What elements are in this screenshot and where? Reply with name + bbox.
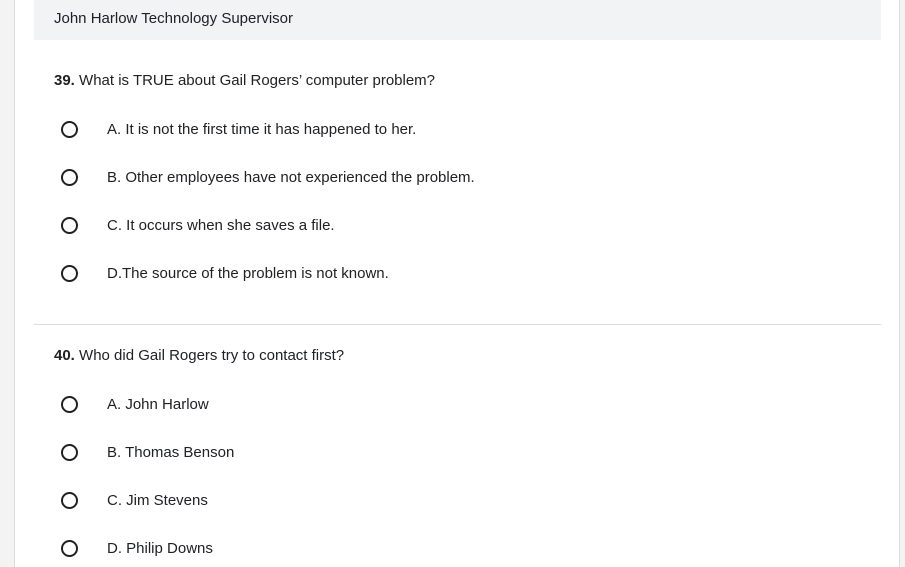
question-text: Who did Gail Rogers try to contact first… xyxy=(79,347,345,364)
option-label: D.The source of the problem is not known… xyxy=(107,264,389,282)
option-label: C. It occurs when she saves a file. xyxy=(107,216,335,234)
radio-option-b[interactable]: B. Thomas Benson xyxy=(54,428,874,476)
radio-group: A. It is not the first time it has happe… xyxy=(54,105,874,297)
radio-group: A. John Harlow B. Thomas Benson C. Jim S… xyxy=(54,380,874,567)
question-number: 39. xyxy=(54,72,75,89)
radio-button-icon[interactable] xyxy=(61,443,78,461)
radio-button-icon[interactable] xyxy=(61,539,78,557)
radio-button-icon[interactable] xyxy=(61,168,78,186)
form-card: John Harlow Technology Supervisor 39. Wh… xyxy=(14,0,900,567)
radio-option-c[interactable]: C. Jim Stevens xyxy=(54,476,874,524)
radio-option-b[interactable]: B. Other employees have not experienced … xyxy=(54,153,874,201)
radio-button-icon[interactable] xyxy=(61,395,78,413)
radio-option-a[interactable]: A. It is not the first time it has happe… xyxy=(54,105,874,153)
previous-answer-option[interactable]: John Harlow Technology Supervisor xyxy=(34,0,881,40)
radio-button-icon[interactable] xyxy=(61,264,78,282)
question-title: 40. Who did Gail Rogers try to contact f… xyxy=(54,345,874,367)
option-label: B. Other employees have not experienced … xyxy=(107,168,475,186)
radio-button-icon[interactable] xyxy=(61,120,78,138)
option-label: C. Jim Stevens xyxy=(107,491,208,509)
option-label: A. John Harlow xyxy=(107,395,209,413)
question-40: 40. Who did Gail Rogers try to contact f… xyxy=(54,345,874,567)
question-39: 39. What is TRUE about Gail Rogers’ comp… xyxy=(54,70,874,297)
radio-option-d[interactable]: D. Philip Downs xyxy=(54,524,874,567)
option-label: A. It is not the first time it has happe… xyxy=(107,120,417,138)
option-label: D. Philip Downs xyxy=(107,539,213,557)
question-divider xyxy=(34,324,881,325)
question-title: 39. What is TRUE about Gail Rogers’ comp… xyxy=(54,70,874,92)
question-number: 40. xyxy=(54,347,75,364)
form-page: John Harlow Technology Supervisor 39. Wh… xyxy=(0,0,905,567)
radio-button-icon[interactable] xyxy=(61,491,78,509)
radio-option-a[interactable]: A. John Harlow xyxy=(54,380,874,428)
radio-option-c[interactable]: C. It occurs when she saves a file. xyxy=(54,201,874,249)
radio-button-icon[interactable] xyxy=(61,216,78,234)
question-text: What is TRUE about Gail Rogers’ computer… xyxy=(79,72,436,89)
option-label: B. Thomas Benson xyxy=(107,443,235,461)
previous-answer-label: John Harlow Technology Supervisor xyxy=(54,10,294,27)
radio-option-d[interactable]: D.The source of the problem is not known… xyxy=(54,249,874,297)
